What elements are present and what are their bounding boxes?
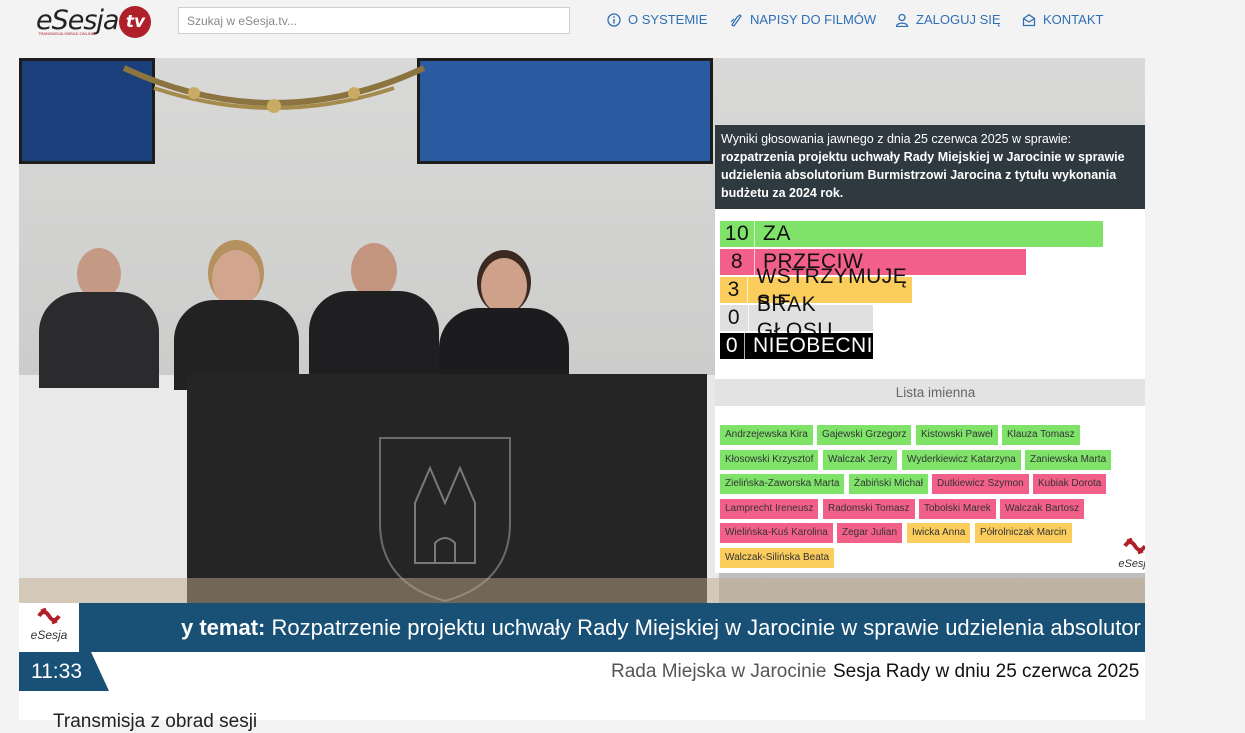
council-member-chip: Tobolski Marek bbox=[919, 498, 996, 519]
council-member-chip: Wielińska-Kuś Karolina bbox=[720, 523, 833, 544]
nav-napisy[interactable]: NAPISY DO FILMÓW bbox=[729, 12, 876, 27]
council-member-chip: Andrzejewska Kira bbox=[720, 425, 813, 445]
ticker-text: y temat: Rozpatrzenie projektu uchwały R… bbox=[181, 603, 1141, 652]
council-name: Rada Miejska w Jarocinie bbox=[611, 661, 827, 682]
vote-label: NIEOBECNI bbox=[752, 334, 873, 357]
council-member-chip: Półrolniczak Marcin bbox=[975, 523, 1072, 544]
council-member-chip: Zielińska-Zaworska Marta bbox=[720, 474, 845, 495]
user-icon bbox=[895, 13, 909, 27]
site-logo[interactable]: eSesja tv TRANSMISJA OBRAD ONLINE bbox=[36, 4, 152, 40]
council-member-chip: Klauza Tomasz bbox=[1002, 425, 1080, 445]
council-member-image bbox=[174, 250, 299, 390]
vote-bar: 0 NIEOBECNI bbox=[720, 333, 873, 359]
council-member-image bbox=[309, 243, 439, 393]
results-subject: rozpatrzenia projektu uchwały Rady Miejs… bbox=[721, 150, 1125, 200]
results-logo-text: eSesja bbox=[1118, 558, 1145, 570]
ticker-fade bbox=[79, 603, 189, 652]
nav-label: O SYSTEMIE bbox=[628, 12, 708, 27]
council-member-chip: Wyderkiewicz Katarzyna bbox=[902, 449, 1021, 470]
vote-bar: 10 ZA bbox=[720, 221, 1103, 247]
council-member-chip: Gajewski Grzegorz bbox=[817, 425, 912, 445]
video-player[interactable]: Wyniki głosowania jawnego z dnia 25 czer… bbox=[19, 58, 1145, 603]
nav-label: KONTAKT bbox=[1043, 12, 1104, 27]
logo-tv-badge: tv bbox=[119, 6, 152, 38]
council-member-chip: Walczak-Silińska Beata bbox=[720, 548, 835, 568]
council-member-chip: Lamprecht Ireneusz bbox=[720, 498, 819, 519]
esesja-logo-icon bbox=[37, 607, 61, 625]
results-logo: eSesja bbox=[1118, 537, 1145, 570]
council-member-chip: Kubiak Dorota bbox=[1033, 474, 1107, 495]
council-member-chip: Zegar Julian bbox=[837, 523, 903, 544]
council-member-image bbox=[39, 248, 159, 388]
council-member-chip: Radomski Tomasz bbox=[823, 498, 915, 519]
nav-zaloguj[interactable]: ZALOGUJ SIĘ bbox=[895, 12, 1001, 27]
nav-label: NAPISY DO FILMÓW bbox=[750, 12, 877, 27]
subtitles-icon bbox=[730, 13, 742, 27]
nav-o-systemie[interactable]: O SYSTEMIE bbox=[607, 12, 707, 27]
info-icon bbox=[607, 12, 621, 27]
session-title: Sesja Rady w dniu 25 czerwca 2025 bbox=[833, 661, 1140, 682]
council-member-chip: Dutkiewicz Szymon bbox=[932, 474, 1029, 495]
mail-icon bbox=[1022, 13, 1036, 26]
ticker-topic: Rozpatrzenie projektu uchwały Rady Miejs… bbox=[265, 615, 1141, 640]
floor bbox=[19, 578, 1145, 603]
vote-bar: 0 BRAK GŁOSU bbox=[720, 293, 873, 342]
council-member-chip: Iwicka Anna bbox=[907, 523, 971, 544]
council-member-chip: Kłosowski Krzysztof bbox=[720, 449, 819, 470]
ticker-prefix: y temat: bbox=[181, 615, 266, 640]
council-member-chip: Walczak Bartosz bbox=[1000, 498, 1085, 519]
council-member-chip: Żabiński Michał bbox=[849, 474, 928, 495]
ticker-logo-text: eSesja bbox=[30, 628, 68, 642]
nav-label: ZALOGUJ SIĘ bbox=[916, 12, 1001, 27]
vote-count: 10 bbox=[720, 221, 755, 247]
results-intro: Wyniki głosowania jawnego z dnia 25 czer… bbox=[721, 132, 1072, 146]
vote-count: 0 bbox=[720, 305, 749, 331]
wall-monitor-center bbox=[417, 58, 713, 164]
chandelier-image bbox=[122, 65, 426, 113]
top-bar: eSesja tv TRANSMISJA OBRAD ONLINE O SYST… bbox=[0, 0, 1245, 44]
content-area: Transmisja z obrad sesji bbox=[19, 691, 1145, 732]
ticker-logo: eSesja bbox=[19, 603, 79, 652]
voting-results-panel: Wyniki głosowania jawnego z dnia 25 czer… bbox=[715, 125, 1145, 573]
vote-count: 3 bbox=[720, 277, 749, 303]
esesja-logo-icon bbox=[1123, 537, 1145, 555]
vote-count: 0 bbox=[720, 333, 745, 359]
section-title: Transmisja z obrad sesji bbox=[53, 711, 258, 732]
name-list-title: Lista imienna bbox=[715, 379, 1145, 406]
topic-ticker: y temat: Rozpatrzenie projektu uchwały R… bbox=[19, 603, 1145, 652]
council-member-chip: Zaniewska Marta bbox=[1025, 449, 1112, 470]
results-header: Wyniki głosowania jawnego z dnia 25 czer… bbox=[715, 125, 1145, 209]
logo-tagline: TRANSMISJA OBRAD ONLINE bbox=[38, 31, 95, 36]
council-member-chip: Walczak Jerzy bbox=[823, 449, 898, 470]
council-member-chip: Kistowski Paweł bbox=[916, 425, 998, 445]
vote-label: ZA bbox=[763, 222, 791, 245]
nav-kontakt[interactable]: KONTAKT bbox=[1022, 12, 1103, 27]
search-input[interactable] bbox=[178, 7, 570, 34]
session-info-bar: 11:33 Rada Miejska w Jarocinie Sesja Rad… bbox=[19, 652, 1145, 691]
clock: 11:33 bbox=[19, 652, 109, 691]
